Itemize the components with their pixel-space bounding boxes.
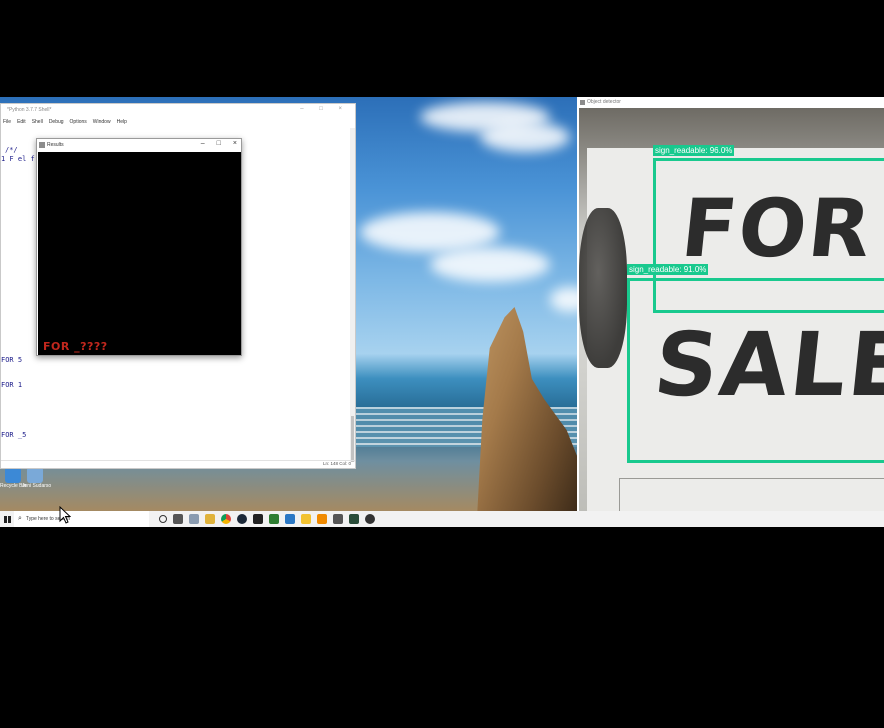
scrollbar-thumb[interactable]	[351, 416, 354, 462]
detection-label: sign_readable: 91.0%	[627, 264, 709, 275]
object-detector-window[interactable]: Object detector FOR SALE sign_readable: …	[577, 97, 884, 511]
hand-shadow	[579, 208, 627, 368]
code-line: /*/	[5, 146, 18, 154]
detector-titlebar[interactable]: Object detector	[577, 97, 884, 108]
menu-help[interactable]: Help	[117, 119, 127, 125]
results-window[interactable]: Results – □ × FOR _????	[36, 138, 242, 356]
menu-edit[interactable]: Edit	[17, 119, 26, 125]
mouse-cursor-icon	[59, 506, 71, 524]
status-bar: Ln: 148 Col: 0	[1, 460, 355, 468]
app-icon-4[interactable]	[349, 514, 359, 524]
code-line: 1 F el f	[1, 155, 35, 163]
taskbar-search[interactable]: ⌕ Type here to search	[14, 511, 149, 527]
taskbar: ⌕ Type here to search	[0, 511, 884, 527]
window-title: *Python 3.7.7 Shell*	[7, 107, 52, 113]
idle-titlebar[interactable]: *Python 3.7.7 Shell* – □ ×	[1, 104, 355, 117]
window-title: Object detector	[587, 99, 621, 105]
screen: Recycle Bin Jeni Sudarso *Python 3.7.7 S…	[0, 0, 884, 728]
start-button[interactable]	[0, 511, 14, 527]
minimize-icon[interactable]: –	[201, 140, 205, 147]
task-view-icon[interactable]	[173, 514, 183, 524]
cortana-icon[interactable]	[159, 515, 167, 523]
windows-icon	[3, 515, 11, 523]
menu-file[interactable]: File	[3, 119, 11, 125]
code-line: FOR 1	[1, 381, 23, 389]
menu-window[interactable]: Window	[93, 119, 111, 125]
recognized-text: FOR _????	[43, 340, 108, 353]
window-controls[interactable]: – □ ×	[201, 140, 237, 147]
detection-label: sign_readable: 96.0%	[653, 145, 735, 156]
window-title: Results	[47, 142, 64, 148]
search-icon: ⌕	[18, 515, 22, 522]
app-icon-2[interactable]	[285, 514, 295, 524]
sign-lower-panel	[619, 478, 884, 511]
window-app-icon	[39, 142, 45, 148]
folder-icon[interactable]	[205, 514, 215, 524]
steam-icon[interactable]	[237, 514, 247, 524]
vertical-scrollbar[interactable]	[350, 128, 355, 462]
window-app-icon	[580, 100, 585, 105]
python-icon[interactable]	[301, 514, 311, 524]
menu-debug[interactable]: Debug	[49, 119, 64, 125]
menu-shell[interactable]: Shell	[32, 119, 43, 125]
recycle-bin-icon	[5, 467, 21, 483]
camera-feed: FOR SALE sign_readable: 96.0% sign_reada…	[579, 108, 884, 511]
results-titlebar[interactable]: Results – □ ×	[37, 139, 241, 152]
app-icon-3[interactable]	[333, 514, 343, 524]
vlc-icon[interactable]	[317, 514, 327, 524]
close-icon[interactable]: ×	[233, 140, 237, 147]
idle-menubar: File Edit Shell Debug Options Window Hel…	[1, 117, 355, 127]
desktop-icon-label: Jeni Sudarso	[22, 483, 52, 489]
code-line: FOR 5	[1, 356, 23, 364]
detection-box	[627, 278, 884, 463]
terminal-icon[interactable]	[253, 514, 263, 524]
folder-icon	[27, 467, 43, 483]
menu-options[interactable]: Options	[70, 119, 87, 125]
chrome-icon[interactable]	[221, 514, 231, 524]
window-controls[interactable]: – □ ×	[300, 106, 349, 112]
results-canvas: FOR _????	[38, 152, 241, 355]
file-explorer-icon[interactable]	[189, 514, 199, 524]
obs-icon[interactable]	[365, 514, 375, 524]
code-line: FOR _5	[1, 431, 27, 439]
app-icon[interactable]	[269, 514, 279, 524]
maximize-icon[interactable]: □	[217, 140, 221, 147]
desktop-icon-user[interactable]: Jeni Sudarso	[22, 467, 52, 495]
